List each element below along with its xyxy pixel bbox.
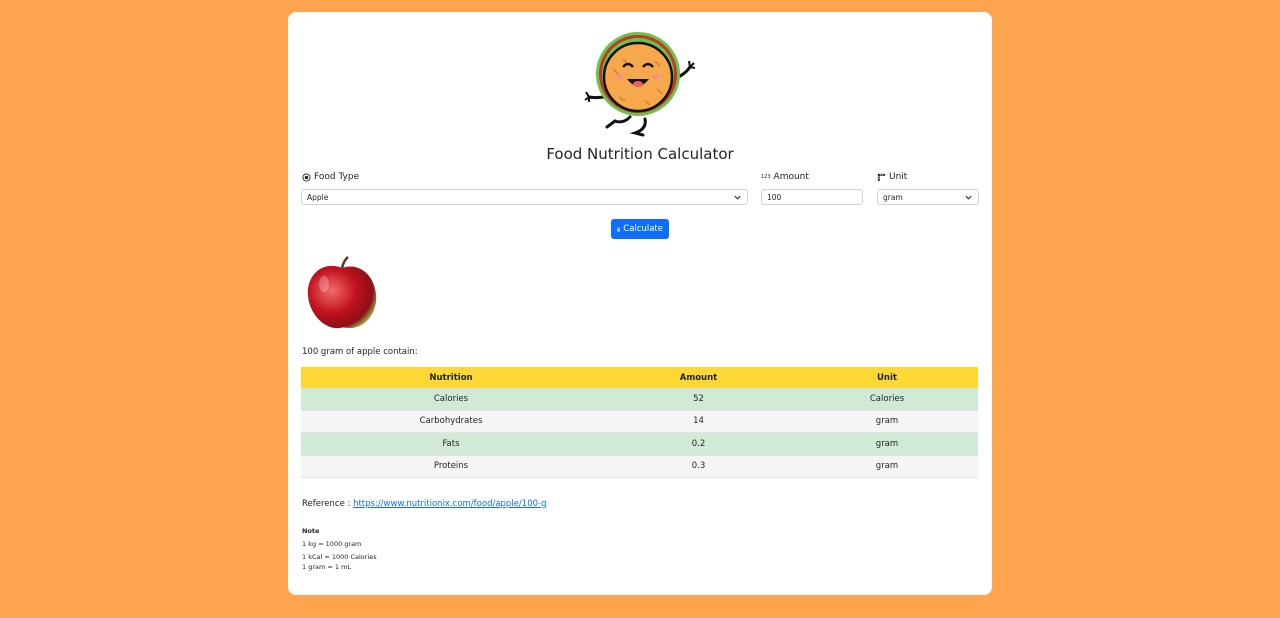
table-row: Fats 0.2 gram	[301, 432, 978, 456]
amount-cell: 52	[601, 388, 796, 411]
chevron-down-icon	[734, 195, 741, 200]
calculator-icon	[617, 227, 621, 231]
food-type-label-text: Food Type	[314, 172, 360, 182]
food-type-select[interactable]: Apple	[301, 189, 748, 205]
unit-cell: gram	[796, 455, 978, 478]
table-row: Calories 52 Calories	[301, 388, 978, 411]
amount-value: 100	[767, 192, 782, 202]
table-row: Carbohydrates 14 gram	[301, 410, 978, 433]
food-type-label: Food Type	[302, 172, 359, 182]
calculator-card: Food Nutrition Calculator Food Type Appl…	[288, 12, 992, 595]
amount-label: 123 Amount	[761, 172, 809, 182]
nutrition-cell: Carbohydrates	[301, 410, 601, 433]
result-summary: 100 gram of apple contain:	[302, 347, 418, 357]
food-type-value: Apple	[307, 192, 329, 202]
reference: Reference : https://www.nutritionix.com/…	[302, 499, 546, 509]
unit-cell: gram	[796, 432, 978, 456]
column-header-amount: Amount	[601, 367, 796, 388]
unit-cell: Calories	[796, 388, 978, 411]
page-title: Food Nutrition Calculator	[546, 145, 734, 163]
nutrition-table: Nutrition Amount Unit Calories 52 Calori…	[301, 367, 978, 478]
unit-select[interactable]: gram	[877, 189, 979, 205]
amount-cell: 14	[601, 410, 796, 433]
unit-cell: gram	[796, 410, 978, 433]
calculate-button[interactable]: Calculate	[611, 219, 669, 239]
number-icon: 123	[761, 173, 771, 180]
nutrition-cell: Calories	[301, 388, 601, 411]
chevron-down-icon	[965, 195, 972, 200]
table-row: Proteins 0.3 gram	[301, 455, 978, 478]
reference-link[interactable]: https://www.nutritionix.com/food/apple/1…	[353, 499, 546, 509]
taco-mascot-logo	[584, 32, 696, 137]
reference-label: Reference :	[302, 499, 354, 509]
amount-label-text: Amount	[773, 172, 809, 182]
note-line: 1 kg = 1000 gram	[302, 540, 362, 548]
note-line: 1 gram = 1 mL	[302, 563, 352, 571]
column-header-nutrition: Nutrition	[301, 367, 601, 388]
calculate-label: Calculate	[623, 224, 663, 234]
nutrition-cell: Proteins	[301, 455, 601, 478]
amount-cell: 0.3	[601, 455, 796, 478]
nutrition-cell: Fats	[301, 432, 601, 456]
unit-label-text: Unit	[889, 172, 908, 182]
amount-cell: 0.2	[601, 432, 796, 456]
note-line: 1 kCal = 1000 Calories	[302, 553, 377, 561]
ruler-icon	[877, 173, 886, 181]
amount-input[interactable]: 100	[761, 189, 863, 205]
column-header-unit: Unit	[796, 367, 978, 388]
apple-image	[307, 256, 377, 329]
unit-label: Unit	[877, 172, 907, 182]
unit-value: gram	[883, 192, 903, 202]
radio-icon	[302, 172, 311, 182]
note-heading: Note	[302, 527, 320, 535]
